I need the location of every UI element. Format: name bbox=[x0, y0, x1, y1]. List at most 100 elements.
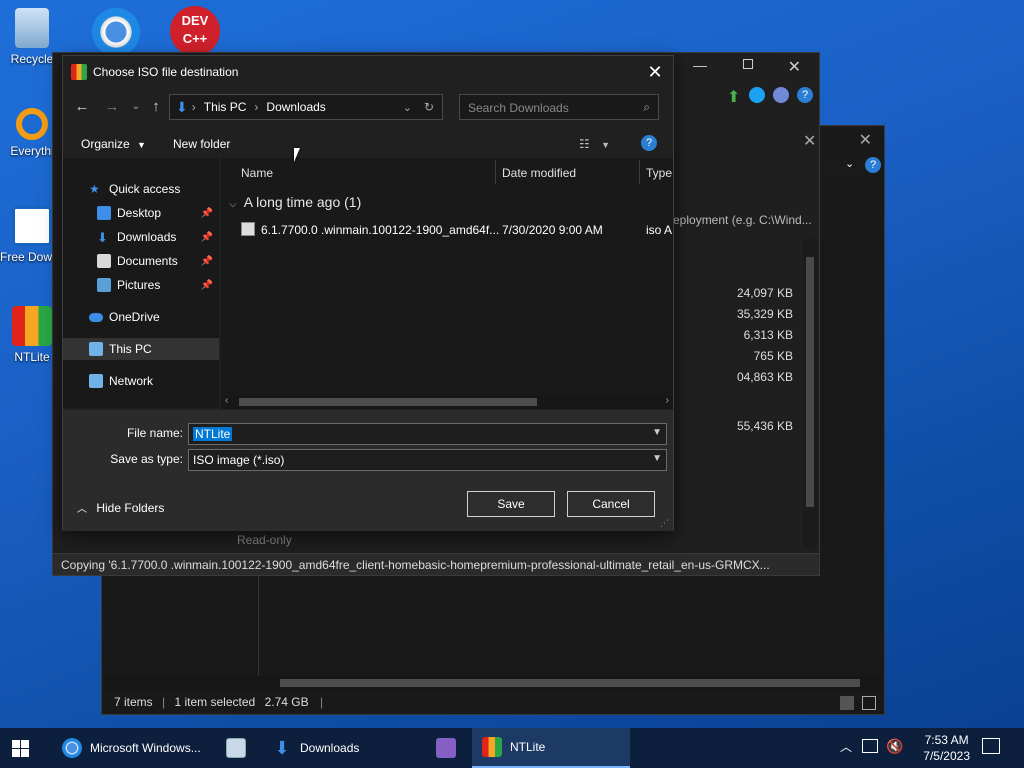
file-type: iso A bbox=[646, 223, 673, 237]
save-type-select[interactable]: ISO image (*.iso) ▼ bbox=[188, 449, 667, 471]
file-date: 7/30/2020 9:00 AM bbox=[502, 223, 603, 237]
help-icon[interactable]: ? bbox=[797, 87, 813, 103]
clock[interactable]: 7:53 AM 7/5/2023 bbox=[923, 732, 970, 764]
tiles-view-icon[interactable] bbox=[862, 696, 876, 710]
downloads-icon: ⬇ bbox=[274, 738, 290, 758]
taskbar-item-app[interactable] bbox=[214, 728, 260, 768]
scroll-right-icon[interactable]: › bbox=[666, 395, 669, 406]
taskbar-item-ntlite[interactable]: NTLite bbox=[472, 728, 630, 768]
column-divider[interactable] bbox=[495, 160, 496, 184]
nav-onedrive[interactable]: OneDrive bbox=[63, 306, 219, 328]
close-icon[interactable]: ✕ bbox=[859, 130, 872, 150]
network-icon bbox=[89, 374, 103, 388]
horizontal-scrollbar[interactable]: ‹ › bbox=[221, 395, 673, 409]
chrome-desktop-icon[interactable] bbox=[92, 8, 140, 56]
chevron-down-icon[interactable]: ▼ bbox=[652, 453, 662, 464]
breadcrumb-downloads[interactable]: Downloads bbox=[266, 100, 325, 114]
pictures-icon bbox=[97, 278, 111, 292]
minimize-icon[interactable]: — bbox=[693, 57, 707, 73]
nav-documents[interactable]: Documents 📌 bbox=[63, 250, 219, 272]
close-panel-icon[interactable]: ✕ bbox=[803, 131, 816, 151]
help-icon[interactable]: ? bbox=[865, 157, 881, 173]
address-bar[interactable]: ⬇ › This PC › Downloads ⌄ ↻ bbox=[169, 94, 443, 120]
search-input[interactable]: Search Downloads ⌕ bbox=[459, 94, 659, 120]
details-view-icon[interactable] bbox=[840, 696, 854, 710]
scroll-left-icon[interactable]: ‹ bbox=[225, 395, 228, 406]
cancel-button[interactable]: Cancel bbox=[567, 491, 655, 517]
search-placeholder: Search Downloads bbox=[468, 101, 569, 115]
maximize-icon[interactable] bbox=[743, 59, 753, 69]
ntlite-icon bbox=[482, 737, 502, 757]
breadcrumb-this-pc[interactable]: This PC bbox=[204, 100, 247, 114]
scrollbar-thumb[interactable] bbox=[239, 398, 537, 406]
size-value: 6,313 KB bbox=[743, 328, 793, 342]
devcpp-desktop-icon[interactable]: DEV C++ bbox=[170, 6, 220, 56]
nav-pictures[interactable]: Pictures 📌 bbox=[63, 274, 219, 296]
table-row[interactable]: 6.1.7700.0 .winmain.100122-1900_amd64f..… bbox=[241, 222, 673, 242]
close-icon[interactable]: ✕ bbox=[643, 60, 667, 84]
taskbar-item-visual-studio[interactable] bbox=[424, 728, 470, 768]
taskbar: Microsoft Windows... ⬇ Downloads NTLite … bbox=[0, 728, 1024, 768]
view-options-icon[interactable]: ☷ ▼ bbox=[579, 137, 610, 151]
column-header-type[interactable]: Type bbox=[646, 166, 672, 180]
discord-icon[interactable] bbox=[773, 87, 789, 103]
windows-logo-icon bbox=[12, 739, 29, 757]
dialog-title: Choose ISO file destination bbox=[93, 65, 239, 79]
size-value: 55,436 KB bbox=[736, 419, 793, 433]
dialog-titlebar: Choose ISO file destination bbox=[63, 56, 673, 88]
group-header[interactable]: ⌵ A long time ago (1) bbox=[229, 194, 361, 210]
network-status-icon[interactable] bbox=[862, 739, 878, 753]
mouse-cursor-icon bbox=[294, 148, 300, 162]
chevron-up-icon[interactable]: ︿ bbox=[840, 738, 852, 755]
column-header-date[interactable]: Date modified bbox=[502, 166, 576, 180]
file-name-input[interactable]: NTLite ▼ bbox=[188, 423, 667, 445]
navigation-pane: ★ Quick access Desktop 📌 ⬇ Downloads 📌 D… bbox=[63, 158, 219, 408]
hide-folders-button[interactable]: ︿ Hide Folders bbox=[77, 500, 164, 515]
scrollbar-thumb[interactable] bbox=[280, 679, 860, 687]
nav-quick-access[interactable]: ★ Quick access bbox=[63, 178, 219, 200]
update-arrow-icon[interactable]: ⬆ bbox=[727, 87, 740, 107]
recent-locations-icon[interactable]: ⌄ bbox=[125, 96, 147, 118]
refresh-icon[interactable]: ↻ bbox=[424, 100, 434, 114]
up-arrow-icon[interactable]: ↑ bbox=[145, 96, 167, 118]
twitter-icon[interactable] bbox=[749, 87, 765, 103]
size-value: 765 KB bbox=[753, 349, 793, 363]
nav-this-pc[interactable]: This PC bbox=[63, 338, 219, 360]
start-button[interactable] bbox=[12, 728, 29, 768]
pin-icon: 📌 bbox=[200, 255, 213, 267]
nav-network[interactable]: Network bbox=[63, 370, 219, 392]
close-icon[interactable]: ✕ bbox=[788, 57, 801, 77]
vertical-scrollbar[interactable] bbox=[803, 239, 817, 549]
resize-grip-icon[interactable]: ⋰ bbox=[660, 518, 669, 529]
command-bar: Organize ▼ New folder ☷ ▼ ? bbox=[63, 130, 673, 158]
nav-downloads[interactable]: ⬇ Downloads 📌 bbox=[63, 226, 219, 248]
size-value: 35,329 KB bbox=[736, 307, 793, 321]
clock-date: 7/5/2023 bbox=[923, 749, 970, 763]
taskbar-item-edge[interactable]: Microsoft Windows... bbox=[56, 728, 212, 768]
notification-icon[interactable] bbox=[982, 738, 1000, 754]
taskbar-item-downloads[interactable]: ⬇ Downloads bbox=[262, 728, 420, 768]
chevron-down-icon[interactable]: ▼ bbox=[652, 427, 662, 438]
new-folder-button[interactable]: New folder bbox=[173, 137, 230, 151]
forward-arrow-icon[interactable]: → bbox=[101, 96, 123, 118]
column-header-name[interactable]: Name bbox=[241, 166, 273, 180]
volume-muted-icon[interactable]: 🔇 bbox=[886, 738, 903, 755]
downloads-arrow-icon: ⬇ bbox=[176, 98, 188, 115]
organize-button[interactable]: Organize ▼ bbox=[81, 137, 146, 151]
nav-label: Downloads bbox=[117, 230, 177, 244]
clock-time: 7:53 AM bbox=[924, 733, 969, 747]
recycle-bin-icon bbox=[15, 8, 49, 48]
save-button[interactable]: Save bbox=[467, 491, 555, 517]
chevron-down-icon[interactable]: ⌄ bbox=[845, 157, 854, 170]
pin-icon: 📌 bbox=[200, 231, 213, 243]
horizontal-scrollbar[interactable] bbox=[104, 676, 882, 690]
chevron-down-icon[interactable]: ⌄ bbox=[403, 101, 412, 114]
help-icon[interactable]: ? bbox=[641, 135, 657, 151]
nav-label: Documents bbox=[117, 254, 178, 268]
size-value: 04,863 KB bbox=[736, 370, 793, 384]
path-hint: eployment (e.g. C:\Wind... bbox=[673, 213, 812, 227]
scrollbar-thumb[interactable] bbox=[806, 257, 814, 507]
column-divider[interactable] bbox=[639, 160, 640, 184]
back-arrow-icon[interactable]: ← bbox=[71, 96, 93, 118]
nav-desktop[interactable]: Desktop 📌 bbox=[63, 202, 219, 224]
